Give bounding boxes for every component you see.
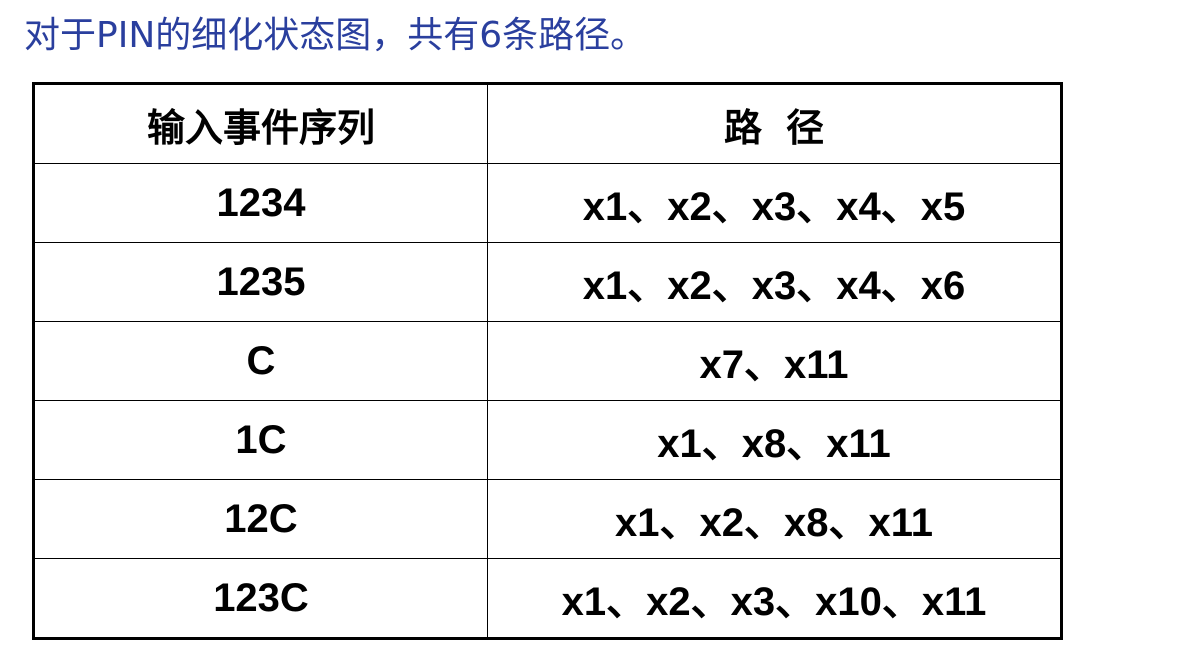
header-path: 路径: [487, 83, 1062, 164]
table-row: 1234 x1、x2、x3、x4、x5: [33, 163, 1062, 243]
cell-sequence: C: [33, 321, 488, 401]
cell-sequence: 1234: [33, 163, 488, 243]
path-table-container: 输入事件序列 路径 1234 x1、x2、x3、x4、x5 1235 x1、x2…: [32, 82, 1063, 640]
cell-path: x1、x2、x8、x11: [487, 479, 1062, 559]
cell-sequence: 1235: [33, 242, 488, 322]
table-row: 12C x1、x2、x8、x11: [33, 479, 1062, 559]
cell-path: x7、x11: [487, 321, 1062, 401]
table-row: 1C x1、x8、x11: [33, 400, 1062, 480]
table-row: 123C x1、x2、x3、x10、x11: [33, 558, 1062, 639]
caption-text: 对于PIN的细化状态图，共有6条路径。: [24, 15, 647, 56]
table-row: 1235 x1、x2、x3、x4、x6: [33, 242, 1062, 322]
cell-sequence: 123C: [33, 558, 488, 639]
cell-path: x1、x2、x3、x4、x5: [487, 163, 1062, 243]
header-input-sequence: 输入事件序列: [33, 83, 488, 164]
cell-path: x1、x2、x3、x4、x6: [487, 242, 1062, 322]
path-table: 输入事件序列 路径 1234 x1、x2、x3、x4、x5 1235 x1、x2…: [32, 82, 1063, 640]
table-header-row: 输入事件序列 路径: [33, 83, 1062, 164]
cell-sequence: 1C: [33, 400, 488, 480]
cell-sequence: 12C: [33, 479, 488, 559]
table-row: C x7、x11: [33, 321, 1062, 401]
cell-path: x1、x2、x3、x10、x11: [487, 558, 1062, 639]
cell-path: x1、x8、x11: [487, 400, 1062, 480]
